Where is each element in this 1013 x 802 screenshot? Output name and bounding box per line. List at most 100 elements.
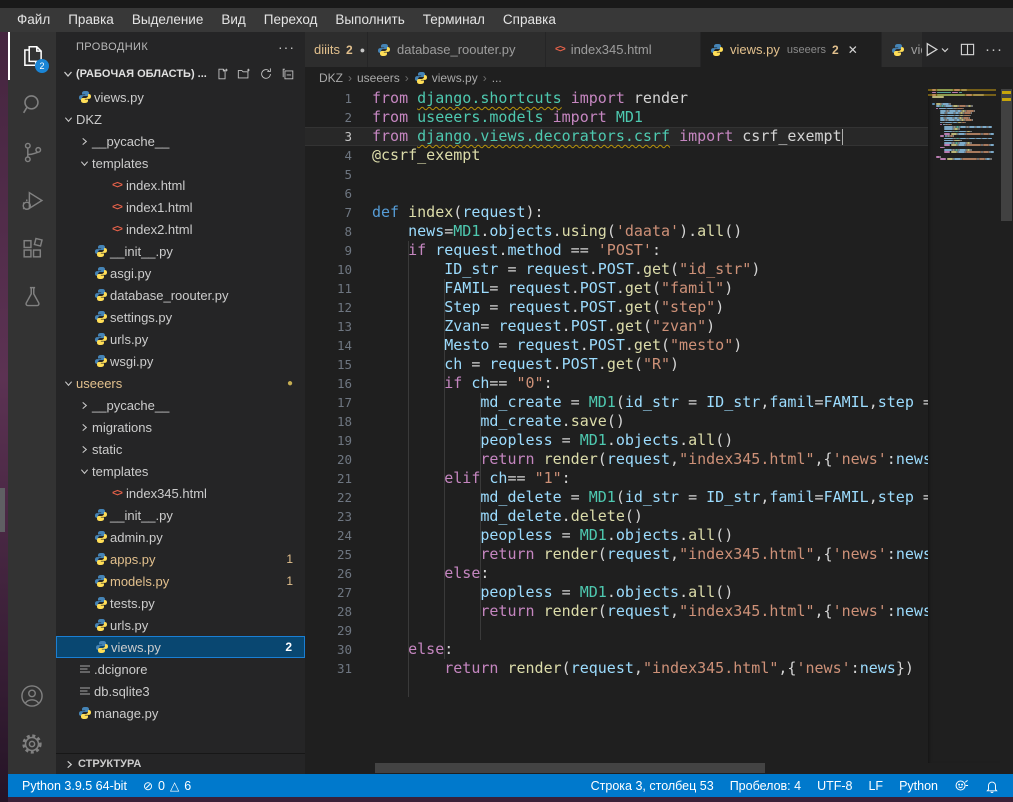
split-editor-icon[interactable] [960, 42, 975, 57]
code-line-3[interactable]: 3from django.views.decorators.csrf impor… [305, 127, 928, 146]
tree-item-apps.py[interactable]: apps.py1 [56, 548, 305, 570]
tree-item-asgi.py[interactable]: asgi.py [56, 262, 305, 284]
code-line-5[interactable]: 5 [305, 165, 928, 184]
extensions-icon[interactable] [8, 224, 56, 272]
code-line-23[interactable]: 23 md_delete.delete() [305, 507, 928, 526]
code-line-31[interactable]: 31 return render(request,"index345.html"… [305, 659, 928, 678]
account-icon[interactable] [8, 672, 56, 720]
code-line-10[interactable]: 10 ID_str = request.POST.get("id_str") [305, 260, 928, 279]
code-line-9[interactable]: 9 if request.method == 'POST': [305, 241, 928, 260]
minimap[interactable] [928, 89, 1000, 763]
horizontal-scrollbar-slider[interactable] [375, 763, 765, 773]
tree-item-wsgi.py[interactable]: wsgi.py [56, 350, 305, 372]
tree-item-migrations[interactable]: migrations [56, 416, 305, 438]
settings-gear-icon[interactable] [8, 720, 56, 768]
code-line-14[interactable]: 14 Mesto = request.POST.get("mesto") [305, 336, 928, 355]
code-line-15[interactable]: 15 ch = request.POST.get("R") [305, 355, 928, 374]
tab-views.py[interactable]: views.pyuseeers2✕ [701, 32, 882, 67]
breadcrumb-item-DKZ[interactable]: DKZ [319, 71, 343, 85]
menu-Выполнить[interactable]: Выполнить [326, 8, 413, 32]
code-line-8[interactable]: 8 news=MD1.objects.using('daata').all() [305, 222, 928, 241]
tree-item-__init__.py[interactable]: __init__.py [56, 504, 305, 526]
tree-item-database_roouter.py[interactable]: database_roouter.py [56, 284, 305, 306]
code-line-25[interactable]: 25 return render(request,"index345.html"… [305, 545, 928, 564]
run-python-file-icon[interactable] [923, 41, 950, 58]
horizontal-scrollbar[interactable] [305, 763, 928, 774]
encoding-status[interactable]: UTF-8 [809, 774, 860, 797]
tree-item-urls.py[interactable]: urls.py [56, 328, 305, 350]
python-interpreter-status[interactable]: Python 3.9.5 64-bit [14, 774, 135, 797]
tree-item-templates[interactable]: templates [56, 460, 305, 482]
explorer-icon[interactable]: 2 [8, 32, 56, 80]
breadcrumb-item-views.py[interactable]: views.py [414, 71, 478, 85]
bell-icon[interactable] [977, 774, 1007, 797]
search-icon[interactable] [8, 80, 56, 128]
menu-Файл[interactable]: Файл [8, 8, 59, 32]
code-line-26[interactable]: 26 else: [305, 564, 928, 583]
tab-vie[interactable]: vie [882, 32, 923, 67]
breadcrumb-item-...[interactable]: ... [492, 71, 502, 85]
cursor-position-status[interactable]: Строка 3, столбец 53 [583, 774, 722, 797]
menu-Терминал[interactable]: Терминал [414, 8, 494, 32]
tree-item-models.py[interactable]: models.py1 [56, 570, 305, 592]
outline-section-header[interactable]: СТРУКТУРА [56, 753, 305, 774]
workspace-section-header[interactable]: (РАБОЧАЯ ОБЛАСТЬ) ... [56, 62, 305, 86]
code-line-17[interactable]: 17 md_create = MD1(id_str = ID_str,famil… [305, 393, 928, 412]
tree-item-index2.html[interactable]: <>index2.html [56, 218, 305, 240]
tree-item-__pycache__[interactable]: __pycache__ [56, 130, 305, 152]
eol-status[interactable]: LF [860, 774, 891, 797]
code-line-19[interactable]: 19 peopless = MD1.objects.all() [305, 431, 928, 450]
collapse-all-icon[interactable] [281, 67, 295, 81]
tree-item-useeers[interactable]: useeers● [56, 372, 305, 394]
tree-item-DKZ[interactable]: DKZ [56, 108, 305, 130]
tree-item-index.html[interactable]: <>index.html [56, 174, 305, 196]
menu-Выделение[interactable]: Выделение [123, 8, 213, 32]
tree-item-.dcignore[interactable]: .dcignore [56, 658, 305, 680]
tree-item-manage.py[interactable]: manage.py [56, 702, 305, 724]
code-line-24[interactable]: 24 peopless = MD1.objects.all() [305, 526, 928, 545]
code-line-12[interactable]: 12 Step = request.POST.get("step") [305, 298, 928, 317]
code-line-18[interactable]: 18 md_create.save() [305, 412, 928, 431]
more-actions-icon[interactable]: ··· [985, 41, 1003, 58]
code-editor[interactable]: 1from django.shortcuts import render2fro… [305, 89, 928, 763]
indentation-status[interactable]: Пробелов: 4 [722, 774, 809, 797]
menu-Справка[interactable]: Справка [494, 8, 565, 32]
tab-database_roouter.py[interactable]: database_roouter.py [368, 32, 546, 67]
vertical-scrollbar-slider[interactable] [1001, 89, 1012, 221]
code-line-16[interactable]: 16 if ch== "0": [305, 374, 928, 393]
code-line-22[interactable]: 22 md_delete = MD1(id_str = ID_str,famil… [305, 488, 928, 507]
tree-item-urls.py[interactable]: urls.py [56, 614, 305, 636]
tree-item-index1.html[interactable]: <>index1.html [56, 196, 305, 218]
menu-Правка[interactable]: Правка [59, 8, 123, 32]
tree-item-views.py[interactable]: views.py2 [56, 636, 305, 658]
code-line-11[interactable]: 11 FAMIL= request.POST.get("famil") [305, 279, 928, 298]
source-control-icon[interactable] [8, 128, 56, 176]
tree-item-templates[interactable]: templates [56, 152, 305, 174]
breadcrumb-item-useeers[interactable]: useeers [357, 71, 400, 85]
testing-icon[interactable] [8, 272, 56, 320]
code-line-6[interactable]: 6 [305, 184, 928, 203]
code-line-1[interactable]: 1from django.shortcuts import render [305, 89, 928, 108]
new-folder-icon[interactable] [237, 67, 251, 81]
menu-Вид[interactable]: Вид [212, 8, 254, 32]
code-line-20[interactable]: 20 return render(request,"index345.html"… [305, 450, 928, 469]
problems-status[interactable]: ⊘ 0 △ 6 [135, 774, 199, 797]
run-debug-icon[interactable] [8, 176, 56, 224]
code-line-27[interactable]: 27 peopless = MD1.objects.all() [305, 583, 928, 602]
code-line-4[interactable]: 4@csrf_exempt [305, 146, 928, 165]
tree-item-tests.py[interactable]: tests.py [56, 592, 305, 614]
refresh-icon[interactable] [259, 67, 273, 81]
tree-item-static[interactable]: static [56, 438, 305, 460]
code-line-29[interactable]: 29 [305, 621, 928, 640]
code-line-21[interactable]: 21 elif ch== "1": [305, 469, 928, 488]
vertical-scrollbar[interactable] [1000, 85, 1013, 774]
new-file-icon[interactable] [215, 67, 229, 81]
tab-diiits[interactable]: diiits2● [305, 32, 368, 67]
language-mode-status[interactable]: Python [891, 774, 946, 797]
code-line-28[interactable]: 28 return render(request,"index345.html"… [305, 602, 928, 621]
code-line-30[interactable]: 30 else: [305, 640, 928, 659]
close-icon[interactable]: ✕ [848, 43, 858, 57]
tree-item-settings.py[interactable]: settings.py [56, 306, 305, 328]
code-line-13[interactable]: 13 Zvan= request.POST.get("zvan") [305, 317, 928, 336]
tree-item-__init__.py[interactable]: __init__.py [56, 240, 305, 262]
